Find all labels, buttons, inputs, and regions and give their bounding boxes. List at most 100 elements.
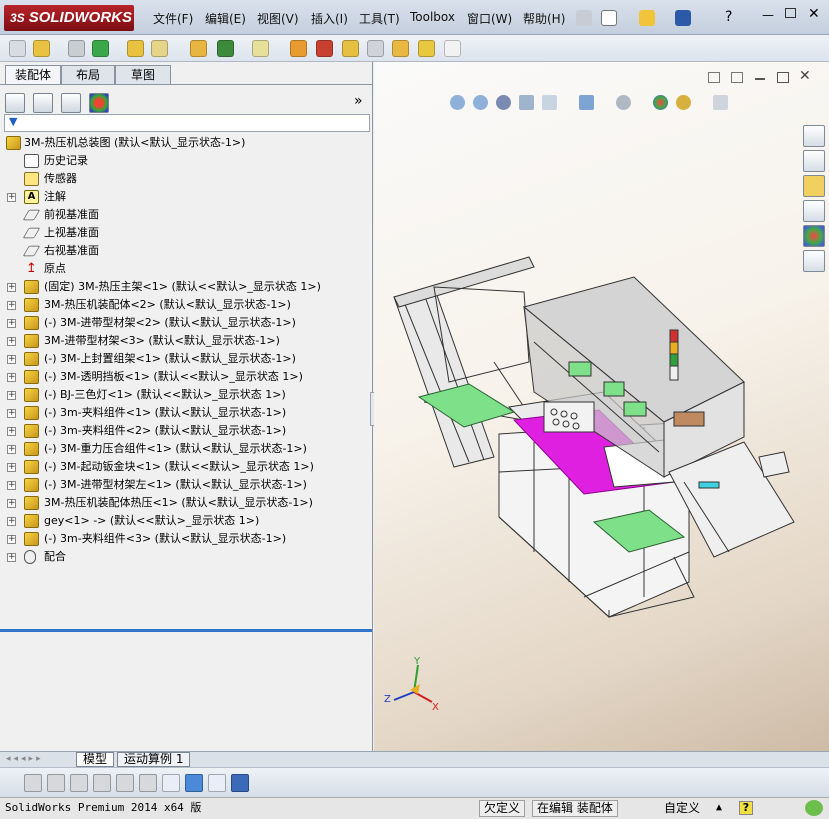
table-icon[interactable] (208, 774, 226, 792)
mate-icon[interactable] (68, 40, 85, 57)
assembly-features-icon[interactable] (217, 40, 234, 57)
view-icon-3[interactable] (70, 774, 88, 792)
open-folder-icon[interactable] (639, 10, 655, 26)
expand-toggle-icon[interactable]: + (7, 481, 16, 490)
tree-item-label: (-) 3m-夹料组件<3> (默认<默认_显示状态-1>) (44, 532, 287, 545)
display-manager-icon[interactable] (89, 93, 109, 113)
expand-toggle-icon[interactable]: + (7, 463, 16, 472)
menu-help[interactable]: 帮助(H) (523, 10, 565, 27)
expand-toggle-icon[interactable]: + (7, 553, 16, 562)
orientation-triad (393, 664, 433, 703)
grid-icon[interactable] (116, 774, 134, 792)
insert-component-icon[interactable] (33, 40, 50, 57)
tab-sketch[interactable]: 草图 (115, 65, 171, 85)
triad-z-label: Z (384, 694, 391, 705)
save-icon[interactable] (675, 10, 691, 26)
expand-toggle-icon[interactable]: + (7, 535, 16, 544)
tab-scroll-icons[interactable]: ◂◂◂▸▸ (6, 754, 44, 764)
title-bar: 3S SOLIDWORKS 文件(F) 编辑(E) 视图(V) 插入(I) 工具(… (0, 0, 829, 35)
restore-button[interactable] (785, 8, 796, 18)
axis-icon[interactable] (162, 774, 180, 792)
new-document-icon[interactable] (601, 10, 617, 26)
tree-item-label: 原点 (44, 262, 66, 275)
assembly-icon (24, 532, 39, 546)
assembly-icon (24, 514, 39, 528)
exploded-view-icon[interactable] (342, 40, 359, 57)
tree-item-label: 历史记录 (44, 154, 88, 167)
plane-icon (22, 209, 41, 221)
expand-toggle-icon[interactable]: + (7, 283, 16, 292)
panel-expand-icon[interactable]: » (354, 93, 363, 109)
smart-fasteners-icon[interactable] (127, 40, 144, 57)
menu-toolbox[interactable]: Toolbox (410, 10, 455, 24)
tree-item-label: (-) 3M-重力压合组件<1> (默认<默认_显示状态-1>) (44, 442, 307, 455)
shaded-view-icon[interactable] (185, 774, 203, 792)
expand-toggle-icon[interactable]: + (7, 301, 16, 310)
feature-manager-icon[interactable] (5, 93, 25, 113)
units-arrow-icon[interactable]: ▲ (716, 798, 722, 818)
expand-toggle-icon[interactable]: + (7, 391, 16, 400)
tree-item-label: 3M-热压机装配体<2> (默认<默认_显示状态-1>) (44, 298, 291, 311)
tree-item-label: (-) 3M-透明挡板<1> (默认<<默认>_显示状态 1>) (44, 370, 303, 383)
expand-toggle-icon[interactable]: + (7, 427, 16, 436)
menu-view[interactable]: 视图(V) (257, 10, 299, 27)
list-icon[interactable] (93, 774, 111, 792)
pin-icon[interactable] (576, 10, 592, 26)
tree-item-label: (-) 3M-进带型材架<2> (默认<默认_显示状态-1>) (44, 316, 296, 329)
tree-item-label: (-) 3M-上封置组架<1> (默认<默认_显示状态-1>) (44, 352, 296, 365)
property-manager-icon[interactable] (33, 93, 53, 113)
expand-toggle-icon[interactable]: + (7, 193, 16, 202)
expand-toggle-icon[interactable]: + (7, 355, 16, 364)
assembly-icon (24, 478, 39, 492)
tree-item-label: (-) 3m-夹料组件<2> (默认<默认_显示状态-1>) (44, 424, 287, 437)
clearance-icon[interactable] (418, 40, 435, 57)
assembly-model[interactable] (374, 62, 829, 751)
instant3d-icon[interactable] (444, 40, 461, 57)
tab-model[interactable]: 模型 (76, 752, 115, 767)
triad-x-label: X (432, 702, 439, 713)
tab-motion-study[interactable]: 运动算例 1 (117, 752, 191, 767)
plane-icon (22, 245, 41, 257)
menu-tools[interactable]: 工具(T) (359, 10, 400, 27)
configuration-manager-icon[interactable] (61, 93, 81, 113)
tree-item-label: 右视基准面 (44, 244, 99, 257)
tree-item-label: 注解 (44, 190, 66, 203)
move-component-icon[interactable] (151, 40, 168, 57)
status-help-icon[interactable]: ? (739, 801, 753, 815)
view-icon-2[interactable] (47, 774, 65, 792)
tree-filter-input[interactable]: ▼ (4, 114, 370, 132)
filter-icon[interactable]: ▼ (9, 115, 17, 128)
menu-file[interactable]: 文件(F) (153, 10, 193, 27)
expand-toggle-icon[interactable]: + (7, 517, 16, 526)
graphics-area[interactable]: ✕ Y X Z (374, 62, 829, 751)
tab-layout[interactable]: 布局 (61, 65, 115, 85)
menu-edit[interactable]: 编辑(E) (205, 10, 246, 27)
history-icon (24, 154, 39, 168)
help-icon[interactable]: ? (725, 9, 732, 25)
view-icon-1[interactable] (24, 774, 42, 792)
menu-insert[interactable]: 插入(I) (311, 10, 348, 27)
solidworks-logo[interactable]: 3S SOLIDWORKS (4, 5, 134, 31)
expand-toggle-icon[interactable]: + (7, 319, 16, 328)
explode-line-icon[interactable] (367, 40, 384, 57)
new-motion-study-icon[interactable] (290, 40, 307, 57)
expand-toggle-icon[interactable]: + (7, 499, 16, 508)
interference-icon[interactable] (392, 40, 409, 57)
expand-toggle-icon[interactable]: + (7, 337, 16, 346)
close-button[interactable]: ✕ (808, 6, 820, 22)
bill-of-materials-icon[interactable] (316, 40, 333, 57)
component-icon[interactable] (9, 40, 26, 57)
expand-toggle-icon[interactable]: + (7, 445, 16, 454)
show-hidden-icon[interactable] (190, 40, 207, 57)
reference-geometry-icon[interactable] (252, 40, 269, 57)
notification-icon[interactable] (805, 800, 823, 816)
minimize-button[interactable]: — (762, 8, 774, 22)
expand-toggle-icon[interactable]: + (7, 373, 16, 382)
menu-window[interactable]: 窗口(W) (467, 10, 512, 27)
dimension-icon[interactable] (139, 774, 157, 792)
display-pane-icon[interactable] (231, 774, 249, 792)
tab-assembly[interactable]: 装配体 (5, 65, 61, 85)
status-units[interactable]: 自定义 (664, 798, 700, 818)
expand-toggle-icon[interactable]: + (7, 409, 16, 418)
linear-pattern-icon[interactable] (92, 40, 109, 57)
